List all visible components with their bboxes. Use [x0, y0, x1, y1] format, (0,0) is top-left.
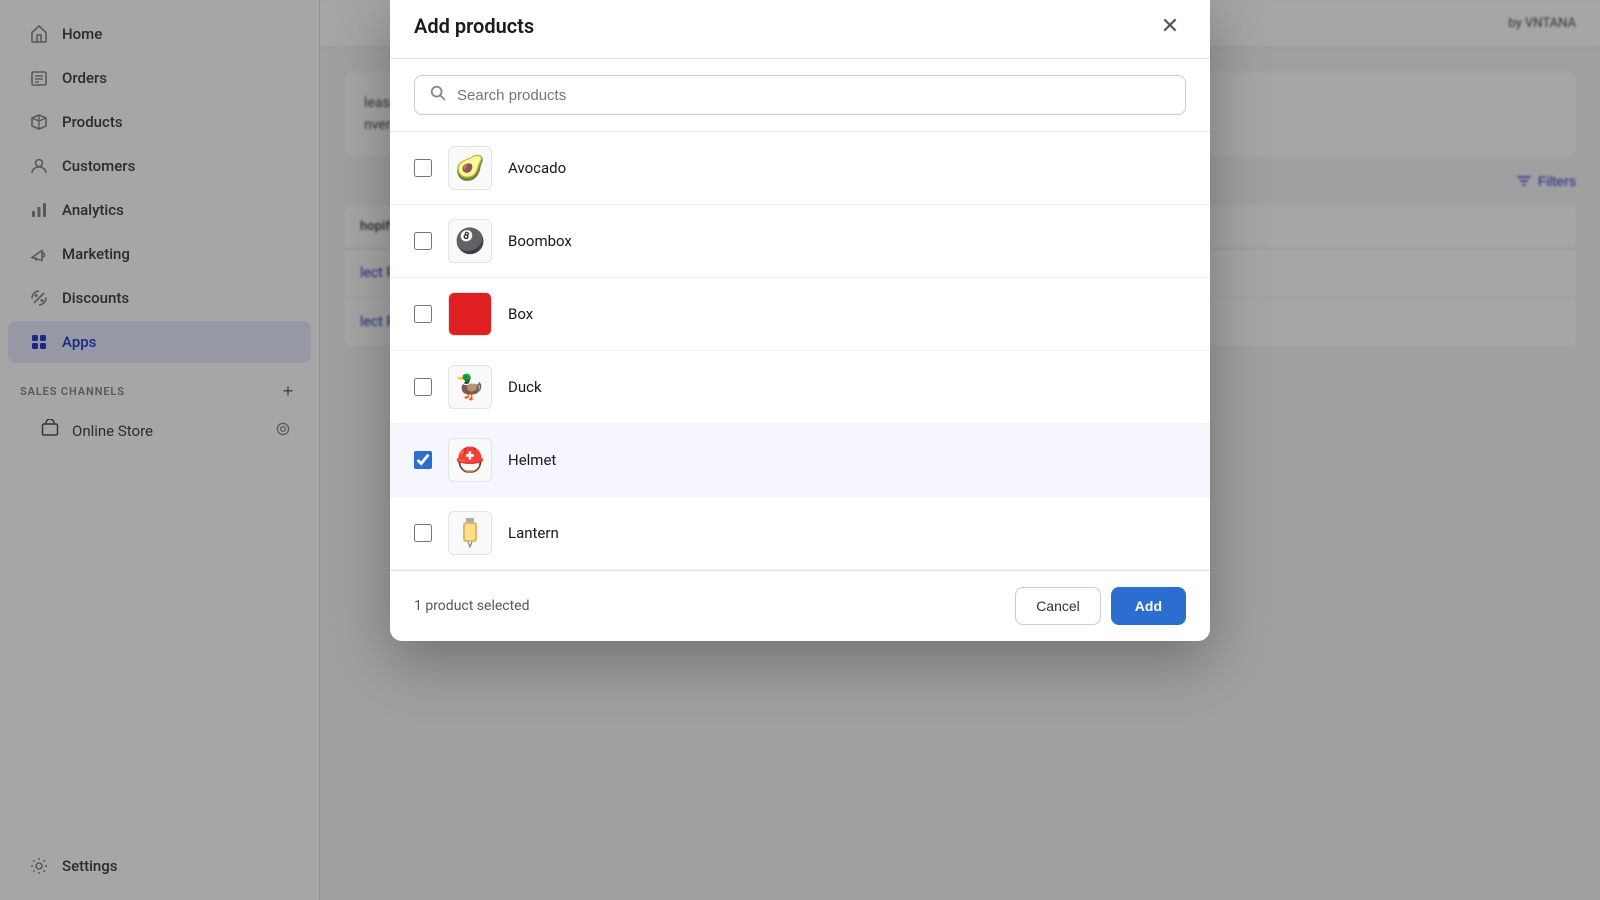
product-name-helmet: Helmet [508, 451, 556, 469]
product-row-boombox[interactable]: 🎱 Boombox [390, 205, 1210, 278]
search-input[interactable] [457, 87, 1171, 104]
search-wrapper [414, 75, 1186, 115]
product-checkbox-boombox[interactable] [414, 232, 432, 250]
product-thumb-avocado: 🥑 [448, 146, 492, 190]
modal-footer: 1 product selected Cancel Add [390, 570, 1210, 641]
footer-actions: Cancel Add [1015, 587, 1186, 625]
product-row-box[interactable]: Box [390, 278, 1210, 351]
modal-search-area [390, 59, 1210, 132]
product-thumb-box [448, 292, 492, 336]
modal-title: Add products [414, 14, 534, 38]
product-checkbox-duck[interactable] [414, 378, 432, 396]
product-row-avocado[interactable]: 🥑 Avocado [390, 132, 1210, 205]
product-row-helmet[interactable]: ⛑️ Helmet [390, 424, 1210, 497]
product-checkbox-lantern[interactable] [414, 524, 432, 542]
search-icon [429, 84, 447, 106]
cancel-button[interactable]: Cancel [1015, 587, 1101, 625]
selected-count-label: 1 product selected [414, 598, 530, 614]
modal-overlay: Add products ✕ 🥑 Avocado 🎱 [0, 0, 1600, 900]
product-thumb-boombox: 🎱 [448, 219, 492, 263]
modal-close-button[interactable]: ✕ [1154, 10, 1186, 42]
product-thumb-duck: 🦆 [448, 365, 492, 409]
product-thumb-lantern [448, 511, 492, 555]
product-name-boombox: Boombox [508, 232, 572, 250]
add-products-modal: Add products ✕ 🥑 Avocado 🎱 [390, 0, 1210, 641]
add-button[interactable]: Add [1111, 587, 1186, 625]
product-name-lantern: Lantern [508, 524, 559, 542]
product-row-lantern[interactable]: Lantern [390, 497, 1210, 570]
product-checkbox-avocado[interactable] [414, 159, 432, 177]
product-row-duck[interactable]: 🦆 Duck [390, 351, 1210, 424]
modal-header: Add products ✕ [390, 0, 1210, 59]
product-checkbox-box[interactable] [414, 305, 432, 323]
product-thumb-helmet: ⛑️ [448, 438, 492, 482]
product-list: 🥑 Avocado 🎱 Boombox Box 🦆 Duck [390, 132, 1210, 570]
product-name-box: Box [508, 305, 533, 323]
product-name-avocado: Avocado [508, 159, 566, 177]
product-checkbox-helmet[interactable] [414, 451, 432, 469]
product-name-duck: Duck [508, 378, 542, 396]
